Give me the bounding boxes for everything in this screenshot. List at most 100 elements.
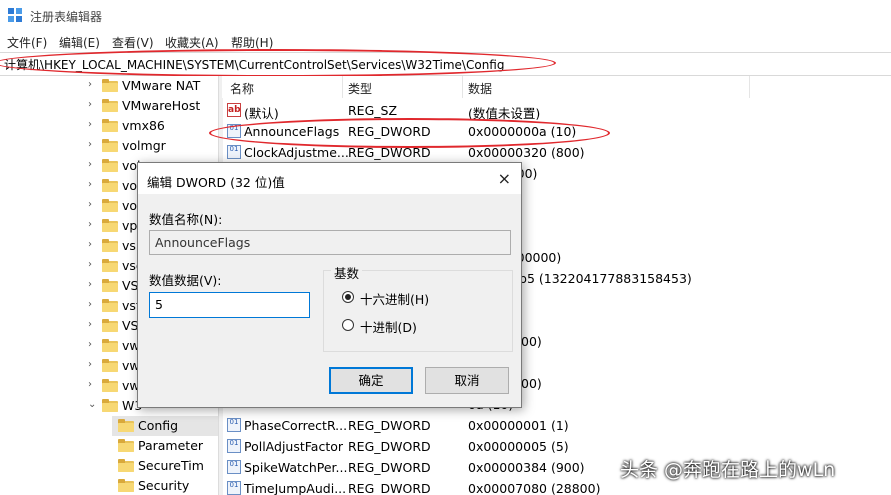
binary-value-icon: 01 <box>227 418 241 432</box>
folder-icon <box>102 99 118 112</box>
chevron-icon[interactable]: › <box>88 80 98 90</box>
string-value-icon: ab <box>227 103 241 117</box>
value-row[interactable]: ab (默认) REG_SZ (数值未设置) <box>222 100 891 121</box>
list-header: 名称 类型 数据 <box>222 76 891 98</box>
folder-icon <box>102 259 118 272</box>
chevron-icon[interactable]: › <box>88 140 98 150</box>
tree-item[interactable]: SecureTim <box>112 456 218 476</box>
value-name-label: 数值名称(N): <box>149 212 223 227</box>
chevron-icon[interactable]: › <box>88 120 98 130</box>
menu-view[interactable]: 查看(V) <box>112 34 154 51</box>
folder-icon <box>102 299 118 312</box>
value-type: REG_DWORD <box>348 418 431 433</box>
value-type: REG_DWORD <box>348 460 431 475</box>
binary-value-icon: 01 <box>227 481 241 495</box>
folder-icon <box>118 439 134 452</box>
tree-item[interactable]: Security <box>112 476 218 495</box>
value-data: 0x00000320 (800) <box>468 145 585 160</box>
chevron-icon[interactable]: › <box>88 300 98 310</box>
value-name: PhaseCorrectR... <box>244 418 348 433</box>
value-data-input[interactable]: 5 <box>149 292 310 318</box>
base-groupbox: 基数 十六进制(H) 十进制(D) <box>323 263 513 352</box>
folder-icon <box>118 459 134 472</box>
tree-item[interactable]: › vmx86 <box>86 116 218 136</box>
close-icon[interactable]: × <box>498 169 511 188</box>
column-header-name[interactable]: 名称 <box>230 80 254 97</box>
binary-value-icon: 01 <box>227 439 241 453</box>
tree-item-label: VMwareHost <box>122 98 201 113</box>
tree-item-label: Security <box>138 478 190 493</box>
value-data: 0x00000005 (5) <box>468 439 569 454</box>
value-name-field: AnnounceFlags <box>149 230 511 255</box>
value-name: SpikeWatchPer... <box>244 460 348 475</box>
folder-icon <box>102 339 118 352</box>
value-type: REG_DWORD <box>348 481 431 495</box>
folder-icon <box>102 79 118 92</box>
tree-item[interactable]: › VMwareHost <box>86 96 218 116</box>
tree-item-label: vmx86 <box>122 118 165 133</box>
watermark-text: 头条 @奔跑在路上的wLn <box>620 459 836 481</box>
radio-decimal-label[interactable]: 十进制(D) <box>360 317 417 336</box>
value-type: REG_SZ <box>348 103 398 118</box>
folder-icon <box>102 179 118 192</box>
folder-icon <box>102 319 118 332</box>
chevron-icon[interactable]: › <box>88 320 98 330</box>
value-type: REG_DWORD <box>348 439 431 454</box>
binary-value-icon: 01 <box>227 145 241 159</box>
tree-item[interactable]: Parameter <box>112 436 218 456</box>
radio-decimal[interactable] <box>342 319 354 331</box>
folder-icon <box>102 199 118 212</box>
chevron-icon[interactable]: › <box>88 160 98 170</box>
dialog-titlebar: 编辑 DWORD (32 位)值 × <box>138 163 521 194</box>
edit-dword-dialog: 编辑 DWORD (32 位)值 × 数值名称(N): AnnounceFlag… <box>137 162 522 408</box>
tree-item[interactable]: Config <box>112 416 218 436</box>
chevron-icon[interactable]: › <box>88 200 98 210</box>
chevron-icon[interactable]: › <box>88 280 98 290</box>
column-divider[interactable] <box>749 76 750 98</box>
chevron-icon[interactable]: › <box>88 220 98 230</box>
chevron-icon[interactable]: ⌄ <box>88 400 98 410</box>
value-name: TimeJumpAudi... <box>244 481 347 495</box>
chevron-icon[interactable]: › <box>88 340 98 350</box>
tree-item[interactable]: › VMware NAT <box>86 76 218 96</box>
column-divider[interactable] <box>342 76 343 98</box>
folder-icon <box>102 279 118 292</box>
radio-hex[interactable] <box>342 291 354 303</box>
chevron-icon[interactable]: › <box>88 380 98 390</box>
menu-file[interactable]: 文件(F) <box>7 34 47 51</box>
value-name: ClockAdjustme... <box>244 145 349 160</box>
folder-icon <box>102 379 118 392</box>
value-name: PollAdjustFactor <box>244 439 344 454</box>
ok-button[interactable]: 确定 <box>329 367 413 394</box>
chevron-icon[interactable]: › <box>88 260 98 270</box>
tree-item-label: volmgr <box>122 138 166 153</box>
menu-edit[interactable]: 编辑(E) <box>59 34 100 51</box>
folder-icon <box>102 219 118 232</box>
column-divider[interactable] <box>462 76 463 98</box>
window-titlebar: 注册表编辑器 <box>0 0 891 30</box>
binary-value-icon: 01 <box>227 460 241 474</box>
tree-item-label: Parameter <box>138 438 204 453</box>
chevron-icon[interactable]: › <box>88 240 98 250</box>
tree-item[interactable]: › volmgr <box>86 136 218 156</box>
folder-icon <box>102 399 118 412</box>
radio-hex-label[interactable]: 十六进制(H) <box>360 289 429 308</box>
value-row[interactable]: 01 PhaseCorrectR... REG_DWORD 0x00000001 (1… <box>222 415 891 436</box>
column-header-type[interactable]: 类型 <box>348 80 372 97</box>
chevron-icon[interactable]: › <box>88 180 98 190</box>
value-row[interactable]: 01 PollAdjustFactor REG_DWORD 0x00000005 (5… <box>222 436 891 457</box>
folder-icon <box>102 139 118 152</box>
value-data-label: 数值数据(V): <box>149 273 222 288</box>
tree-item-label: Config <box>138 418 179 433</box>
cancel-button[interactable]: 取消 <box>425 367 509 394</box>
base-group-title: 基数 <box>331 263 363 282</box>
folder-icon <box>102 359 118 372</box>
chevron-icon[interactable]: › <box>88 360 98 370</box>
value-data: 0x00000384 (900) <box>468 460 585 475</box>
folder-icon <box>102 159 118 172</box>
window-title: 注册表编辑器 <box>30 10 103 24</box>
chevron-icon[interactable]: › <box>88 100 98 110</box>
tree-item-label: vp <box>122 218 138 233</box>
column-header-data[interactable]: 数据 <box>468 80 492 97</box>
value-data: 0x00000001 (1) <box>468 418 569 433</box>
